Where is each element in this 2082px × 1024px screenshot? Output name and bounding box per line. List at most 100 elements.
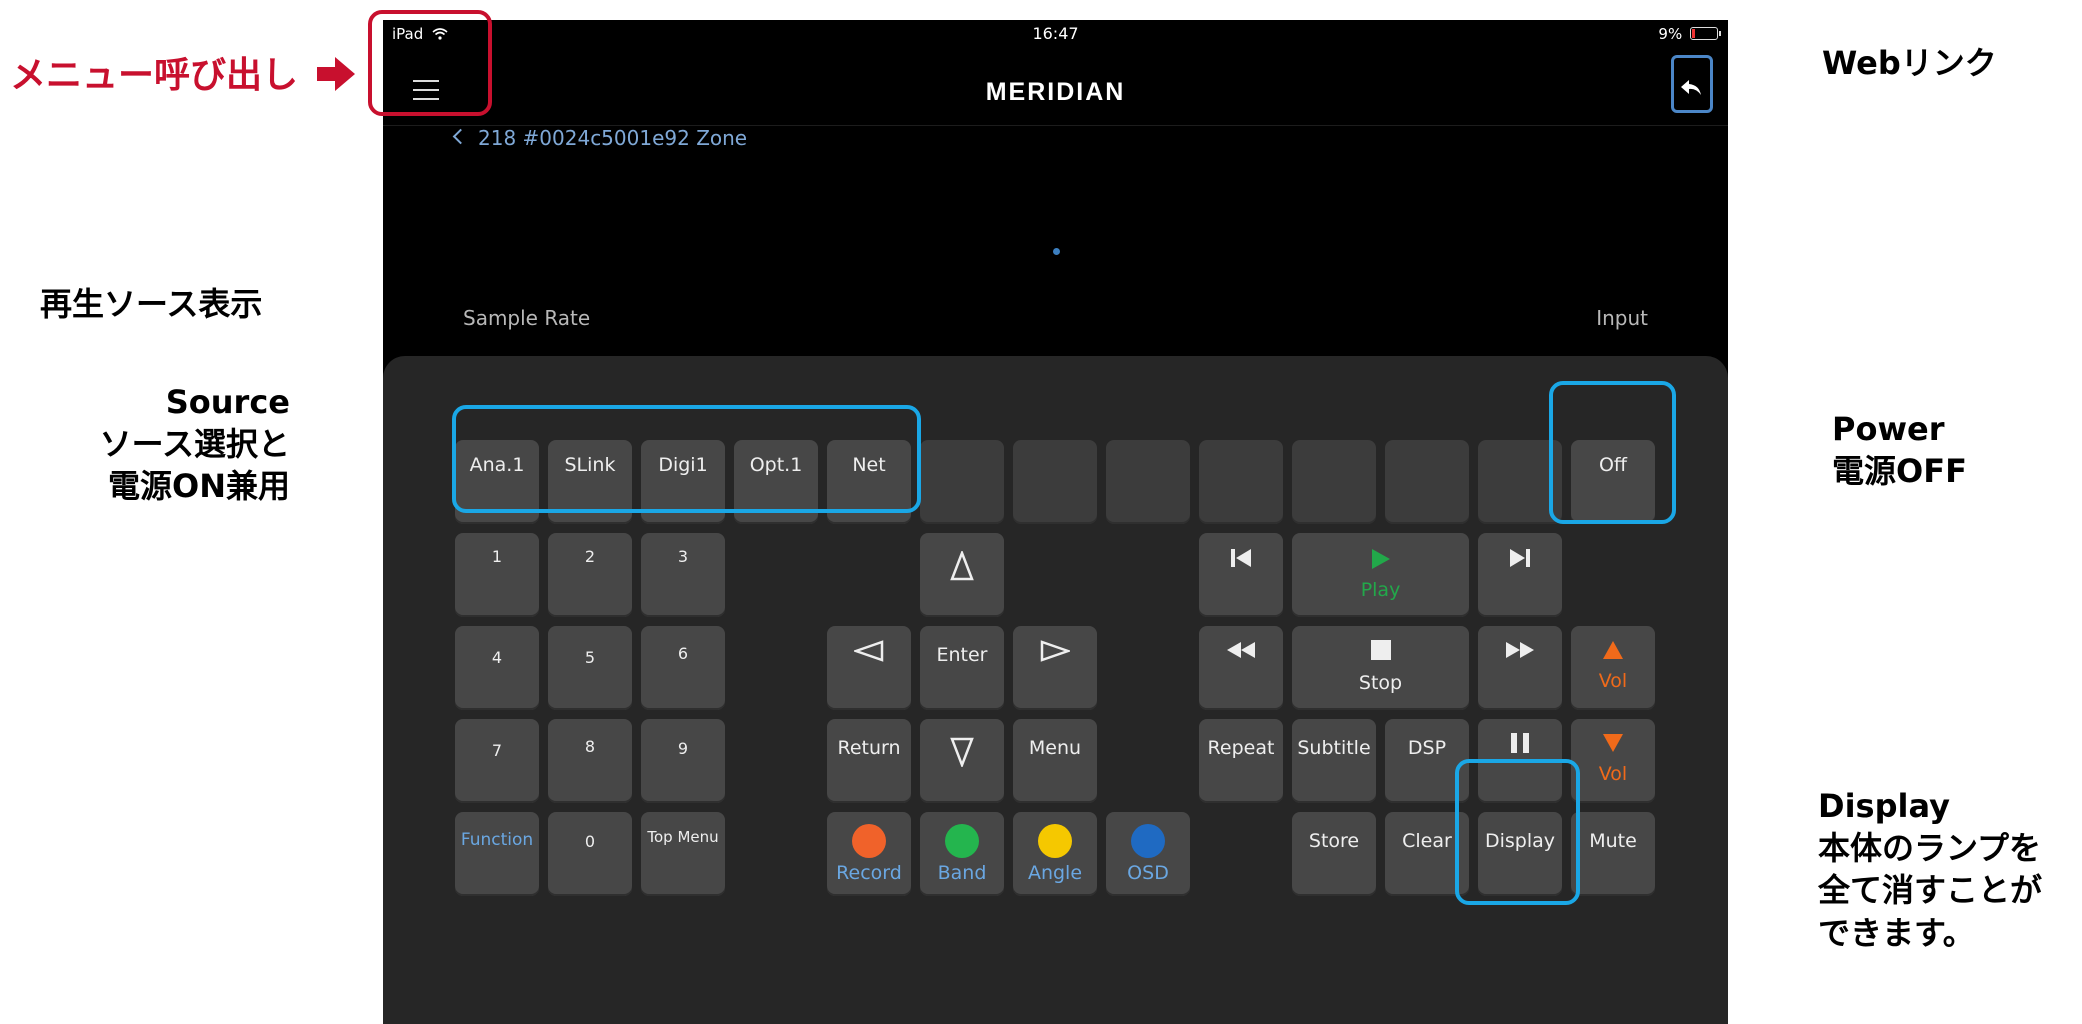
up-button[interactable]: [920, 533, 1004, 617]
play-icon: [1372, 549, 1390, 569]
pause-button[interactable]: [1478, 719, 1562, 803]
key-label: Play: [1360, 579, 1401, 601]
next-track-button[interactable]: [1478, 533, 1562, 617]
blank-key[interactable]: [1013, 440, 1097, 524]
left-button[interactable]: [827, 626, 911, 710]
record-button[interactable]: Record: [827, 812, 911, 896]
source-digi1-button[interactable]: Digi1: [641, 440, 725, 524]
power-off-button[interactable]: Off: [1571, 440, 1655, 524]
blank-key[interactable]: [1478, 440, 1562, 524]
triangle-up-icon: [950, 551, 974, 581]
return-button[interactable]: Return: [827, 719, 911, 803]
input-label: Input: [1596, 306, 1648, 330]
key-label: Vol: [1598, 763, 1628, 785]
key-label: 2: [584, 547, 596, 566]
enter-button[interactable]: Enter: [920, 626, 1004, 710]
key-label: Top Menu: [647, 828, 719, 846]
menu-annotation: メニュー呼び出し: [10, 52, 355, 100]
meridian-logo: MERIDIAN: [985, 78, 1126, 106]
top-menu-button[interactable]: Top Menu: [641, 812, 725, 896]
store-button[interactable]: Store: [1292, 812, 1376, 896]
number-5-button[interactable]: 5: [548, 626, 632, 710]
battery-percent: 9%: [1658, 25, 1683, 43]
breadcrumb[interactable]: 218 #0024c5001e92 Zone: [452, 126, 748, 150]
subtitle-button[interactable]: Subtitle: [1292, 719, 1376, 803]
number-1-button[interactable]: 1: [455, 533, 539, 617]
key-label: Record: [836, 862, 902, 884]
source-slink-button[interactable]: SLink: [548, 440, 632, 524]
blank-key[interactable]: [1199, 440, 1283, 524]
blank-key[interactable]: [1106, 440, 1190, 524]
function-button[interactable]: Function: [455, 812, 539, 896]
source-opt1-button[interactable]: Opt.1: [734, 440, 818, 524]
number-7-button[interactable]: 7: [455, 719, 539, 803]
mute-button[interactable]: Mute: [1571, 812, 1655, 896]
stop-icon: [1371, 640, 1391, 660]
blank-key[interactable]: [1385, 440, 1469, 524]
key-label: OSD: [1127, 862, 1169, 884]
source-ana1-button[interactable]: Ana.1: [455, 440, 539, 524]
web-link-icon[interactable]: [1680, 78, 1702, 98]
key-label: Net: [852, 454, 886, 476]
rewind-button[interactable]: [1199, 626, 1283, 710]
play-button[interactable]: Play: [1292, 533, 1469, 617]
skip-previous-icon: [1231, 549, 1251, 567]
source-net-button[interactable]: Net: [827, 440, 911, 524]
key-label: Vol: [1598, 670, 1628, 692]
key-label: Ana.1: [469, 454, 525, 476]
key-label: SLink: [564, 454, 616, 476]
down-button[interactable]: [920, 719, 1004, 803]
key-label: Band: [937, 862, 987, 884]
web-link-annotation: Webリンク: [1822, 42, 1997, 84]
source-annotation: Source ソース選択と 電源ON兼用: [100, 381, 290, 508]
zone-name: 218 #0024c5001e92 Zone: [478, 126, 748, 150]
number-0-button[interactable]: 0: [548, 812, 632, 896]
key-label: Menu: [1028, 737, 1082, 759]
nav-bar: MERIDIAN: [383, 50, 1728, 126]
band-button[interactable]: Band: [920, 812, 1004, 896]
remote-keypad-panel: Ana.1 SLink Digi1 Opt.1 Net Off 1 2 3 Pl…: [383, 356, 1728, 1024]
clear-button[interactable]: Clear: [1385, 812, 1469, 896]
key-label: Subtitle: [1297, 737, 1371, 759]
key-label: Display: [1484, 830, 1556, 852]
number-3-button[interactable]: 3: [641, 533, 725, 617]
number-4-button[interactable]: 4: [455, 626, 539, 710]
blank-key[interactable]: [1292, 440, 1376, 524]
pause-icon: [1511, 733, 1529, 753]
blank-key[interactable]: [920, 440, 1004, 524]
key-label: 9: [677, 739, 689, 758]
volume-up-button[interactable]: Vol: [1571, 626, 1655, 710]
right-arrow-icon: [316, 57, 355, 91]
key-label: Repeat: [1207, 737, 1275, 759]
angle-button[interactable]: Angle: [1013, 812, 1097, 896]
dsp-button[interactable]: DSP: [1385, 719, 1469, 803]
source-display-annotation-text: 再生ソース表示: [40, 285, 263, 323]
stop-button[interactable]: Stop: [1292, 626, 1469, 710]
osd-color-dot: [1131, 824, 1165, 858]
skip-next-icon: [1510, 549, 1530, 567]
key-label: Off: [1598, 454, 1628, 476]
rewind-icon: [1227, 642, 1255, 658]
right-button[interactable]: [1013, 626, 1097, 710]
key-label: 8: [584, 737, 596, 756]
chevron-left-icon: [452, 128, 469, 145]
previous-track-button[interactable]: [1199, 533, 1283, 617]
fast-forward-button[interactable]: [1478, 626, 1562, 710]
key-label: Return: [837, 737, 901, 759]
volume-down-button[interactable]: Vol: [1571, 719, 1655, 803]
display-button[interactable]: Display: [1478, 812, 1562, 896]
key-label: DSP: [1407, 737, 1447, 759]
ipad-screen: iPad 16:47 9% MERIDIAN 218 #0024c5001e92…: [383, 20, 1728, 1024]
osd-button[interactable]: OSD: [1106, 812, 1190, 896]
number-8-button[interactable]: 8: [548, 719, 632, 803]
number-9-button[interactable]: 9: [641, 719, 725, 803]
menu-button[interactable]: Menu: [1013, 719, 1097, 803]
key-label: 5: [584, 648, 596, 667]
repeat-button[interactable]: Repeat: [1199, 719, 1283, 803]
angle-color-dot: [1038, 824, 1072, 858]
key-label: Stop: [1358, 672, 1403, 694]
number-6-button[interactable]: 6: [641, 626, 725, 710]
key-label: 6: [677, 644, 689, 663]
number-2-button[interactable]: 2: [548, 533, 632, 617]
status-time: 16:47: [1032, 24, 1079, 43]
